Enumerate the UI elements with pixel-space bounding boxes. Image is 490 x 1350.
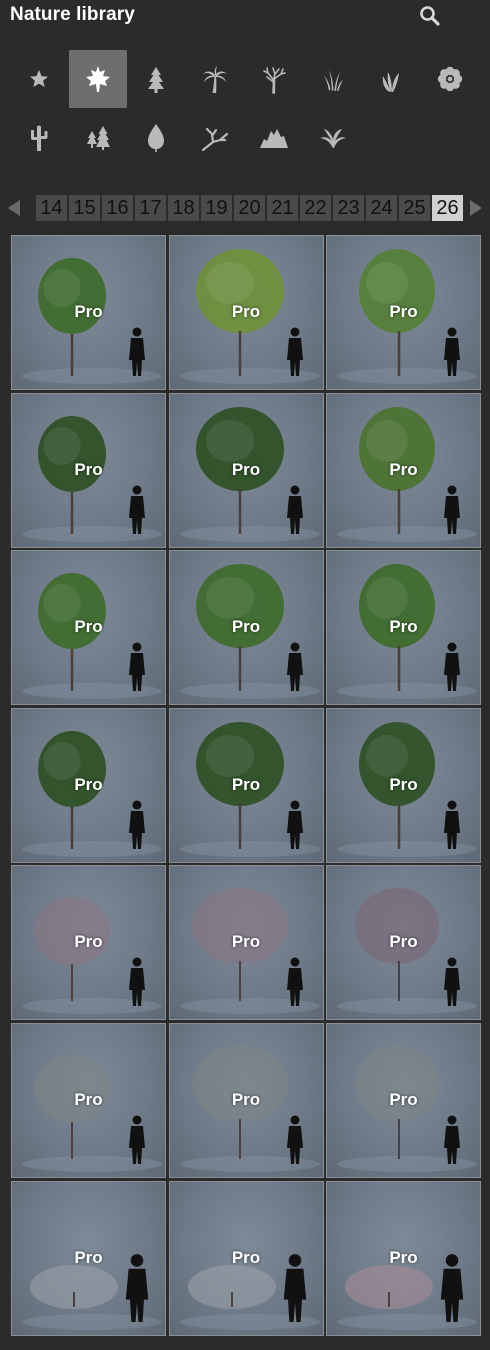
asset-tile[interactable]: Pro: [11, 707, 166, 863]
next-page-arrow[interactable]: [470, 200, 482, 216]
asset-tile[interactable]: Pro: [168, 1023, 324, 1178]
star-icon: [30, 70, 48, 87]
asset-tile[interactable]: Pro: [11, 392, 166, 548]
conifer-icon: [148, 67, 165, 93]
asset-tile[interactable]: Pro: [168, 707, 324, 863]
category-palm-tree[interactable]: [186, 50, 244, 108]
category-grass[interactable]: [304, 50, 362, 108]
page-24[interactable]: 24: [366, 195, 397, 221]
category-star[interactable]: [10, 50, 68, 108]
page-23[interactable]: 23: [333, 195, 364, 221]
search-icon[interactable]: [418, 4, 442, 28]
bare-tree-icon: [262, 67, 286, 94]
page-15[interactable]: 15: [69, 195, 100, 221]
palm-tree-icon: [203, 66, 228, 93]
pro-badge: Pro: [389, 617, 418, 637]
pro-badge: Pro: [389, 774, 418, 794]
category-flower[interactable]: [421, 50, 479, 108]
asset-tile[interactable]: Pro: [326, 865, 481, 1021]
category-bare-tree[interactable]: [245, 50, 303, 108]
pro-badge: Pro: [74, 459, 103, 479]
page-17[interactable]: 17: [135, 195, 166, 221]
header: Nature library: [0, 0, 490, 32]
pro-badge: Pro: [74, 1247, 103, 1267]
pro-badge: Pro: [74, 774, 103, 794]
asset-tile[interactable]: Pro: [168, 865, 324, 1021]
pro-badge: Pro: [231, 459, 261, 479]
category-conifer[interactable]: [127, 50, 185, 108]
category-rocks[interactable]: [245, 108, 303, 166]
asset-tile[interactable]: Pro: [168, 550, 324, 706]
category-fern[interactable]: [304, 108, 362, 166]
asset-tile[interactable]: Pro: [11, 550, 166, 706]
asset-tile[interactable]: Pro: [11, 235, 166, 390]
category-maple-leaf[interactable]: [68, 50, 127, 108]
asset-tile[interactable]: Pro: [11, 1180, 166, 1336]
asset-tile[interactable]: Pro: [168, 1180, 324, 1336]
pro-badge: Pro: [231, 774, 261, 794]
page-18[interactable]: 18: [168, 195, 199, 221]
leaf-icon: [148, 124, 165, 152]
pro-badge: Pro: [231, 932, 261, 952]
flower-icon: [437, 66, 463, 92]
asset-tile[interactable]: Pro: [168, 235, 324, 390]
maple-leaf-icon: [85, 66, 110, 92]
page-16[interactable]: 16: [102, 195, 133, 221]
rocks-icon: [259, 129, 288, 148]
page-25[interactable]: 25: [399, 195, 430, 221]
pro-badge: Pro: [74, 932, 103, 952]
forest-icon: [86, 126, 110, 150]
fern-icon: [319, 129, 346, 148]
previous-page-arrow[interactable]: [8, 200, 20, 216]
page-20[interactable]: 20: [234, 195, 265, 221]
page-19[interactable]: 19: [201, 195, 232, 221]
pro-badge: Pro: [74, 302, 103, 321]
category-forest[interactable]: [69, 108, 127, 166]
pro-badge: Pro: [74, 617, 103, 637]
plant-icon: [382, 72, 400, 92]
pagination: 14 15 16 17 18 19 20 21 22 23 24 25 26: [0, 194, 490, 222]
pro-badge: Pro: [389, 1247, 418, 1267]
asset-tile[interactable]: Pro: [11, 1023, 166, 1178]
pro-badge: Pro: [74, 1090, 103, 1109]
asset-tile[interactable]: Pro: [168, 392, 324, 548]
page-14[interactable]: 14: [36, 195, 67, 221]
panel-title: Nature library: [10, 4, 135, 25]
pro-badge: Pro: [389, 302, 418, 321]
pro-badge: Pro: [231, 302, 261, 321]
pro-badge: Pro: [231, 617, 261, 637]
pro-badge: Pro: [231, 1090, 261, 1109]
asset-tile[interactable]: Pro: [326, 707, 481, 863]
cactus-icon: [31, 125, 48, 151]
category-plant[interactable]: [362, 50, 420, 108]
asset-tile[interactable]: Pro: [326, 1180, 481, 1336]
pro-badge: Pro: [231, 1247, 261, 1267]
pro-badge: Pro: [389, 459, 418, 479]
asset-tile[interactable]: Pro: [326, 1023, 481, 1178]
asset-tile[interactable]: Pro: [11, 865, 166, 1021]
page-21[interactable]: 21: [267, 195, 298, 221]
category-cactus[interactable]: [10, 108, 68, 166]
category-branch[interactable]: [186, 108, 244, 166]
asset-tile[interactable]: Pro: [326, 392, 481, 548]
branch-icon: [201, 127, 229, 152]
grass-icon: [323, 70, 343, 91]
category-leaf[interactable]: [127, 108, 185, 166]
page-list: 14 15 16 17 18 19 20 21 22 23 24 25 26: [36, 195, 463, 221]
pro-badge: Pro: [389, 1090, 418, 1109]
page-26[interactable]: 26: [432, 195, 463, 221]
asset-tile[interactable]: Pro: [326, 235, 481, 390]
asset-tile[interactable]: Pro: [326, 550, 481, 706]
pro-badge: Pro: [389, 932, 418, 952]
page-22[interactable]: 22: [300, 195, 331, 221]
